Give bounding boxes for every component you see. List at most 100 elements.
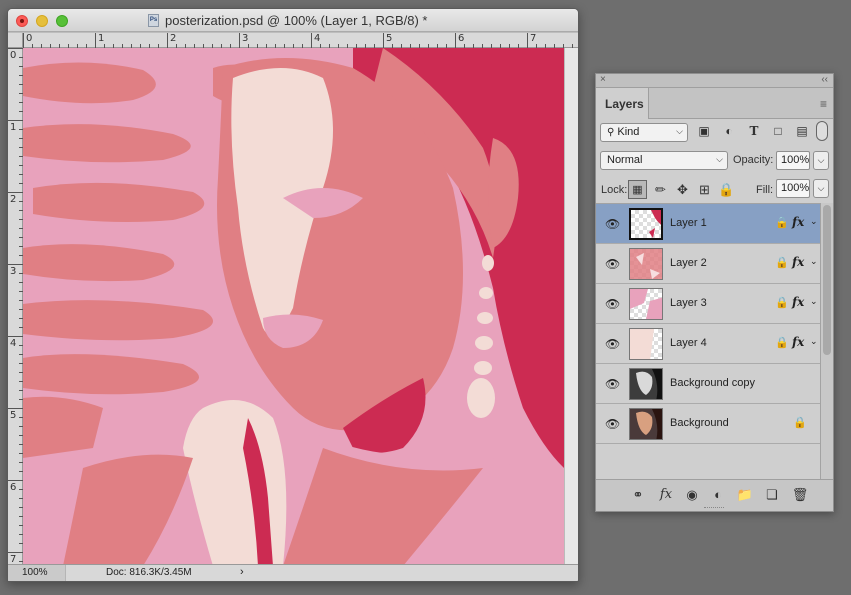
window-maximize-button[interactable] [56, 15, 68, 27]
zoom-level-field[interactable]: 100% [8, 565, 66, 581]
panel-collapse-icon[interactable]: ‹‹ [821, 74, 828, 85]
smart-object-filter-icon[interactable]: ▤ [794, 124, 810, 140]
layers-panel: × ‹‹ Layers ≡ ⚲ Kind ⌵ ▣ ◐ T □ ▤ Normal … [595, 73, 834, 512]
document-titlebar[interactable]: Ps posterization.psd @ 100% (Layer 1, RG… [8, 9, 578, 32]
tab-layers[interactable]: Layers [596, 88, 649, 119]
horizontal-ruler[interactable]: 0 1 2 3 4 5 6 7 [23, 33, 578, 48]
filter-toggle-switch[interactable] [816, 121, 828, 141]
opacity-dropdown-button[interactable]: ⌵ [813, 151, 829, 170]
layer-4-thumbnail-art [630, 329, 654, 359]
opacity-label: Opacity: [733, 154, 774, 166]
layer-list-scroll-thumb[interactable] [823, 205, 831, 355]
ruler-h-label: 3 [242, 33, 249, 44]
status-menu-arrow[interactable]: › [240, 566, 244, 578]
ruler-h-label: 0 [26, 33, 33, 44]
lock-transparent-pixels-icon[interactable]: ▦ [628, 180, 647, 199]
type-filter-icon[interactable]: T [746, 124, 762, 140]
blend-mode-value: Normal [607, 154, 643, 166]
lock-artboard-icon[interactable]: ⊞ [695, 180, 714, 199]
pixel-filter-icon[interactable]: ▣ [696, 124, 712, 140]
layer-name[interactable]: Background copy [670, 377, 755, 389]
layer-effects-icon[interactable]: fx [792, 295, 804, 309]
layer-row-layer-4[interactable]: 👁 Layer 4 🔒 fx ⌄ [596, 324, 820, 364]
ruler-v-label: 0 [10, 50, 17, 61]
visibility-eye-icon[interactable]: 👁 [605, 337, 620, 351]
shape-filter-icon[interactable]: □ [770, 124, 786, 140]
layer-thumbnail[interactable] [629, 328, 663, 360]
window-close-button[interactable] [16, 15, 28, 27]
fill-label: Fill: [756, 184, 774, 196]
trash-icon[interactable]: 🗑 [791, 487, 809, 505]
visibility-eye-icon[interactable]: 👁 [605, 417, 620, 431]
fill-dropdown-button[interactable]: ⌵ [813, 179, 829, 198]
expand-effects-chevron-icon[interactable]: ⌄ [810, 296, 818, 307]
layer-effects-icon[interactable]: fx [792, 215, 804, 229]
layer-row-layer-2[interactable]: 👁 Layer 2 🔒 fx ⌄ [596, 244, 820, 284]
visibility-eye-icon[interactable]: 👁 [605, 297, 620, 311]
vertical-scrollbar[interactable] [564, 48, 578, 566]
expand-effects-chevron-icon[interactable]: ⌄ [810, 216, 818, 227]
expand-effects-chevron-icon[interactable]: ⌄ [810, 336, 818, 347]
layer-effects-icon[interactable]: fx [792, 255, 804, 269]
lock-position-icon[interactable]: ✥ [673, 180, 692, 199]
vertical-ruler[interactable]: 0 1 2 3 4 5 6 7 [8, 48, 23, 566]
layer-effects-icon[interactable]: fx [792, 335, 804, 349]
panel-resize-grip[interactable] [704, 507, 724, 510]
document-title-group: Ps posterization.psd @ 100% (Layer 1, RG… [148, 13, 428, 28]
layer-2-thumbnail-art [630, 249, 662, 279]
layer-name[interactable]: Layer 1 [670, 217, 707, 229]
layer-thumbnail[interactable] [629, 368, 663, 400]
new-layer-icon[interactable]: ❏ [763, 487, 781, 505]
doc-size-info[interactable]: Doc: 816.3K/3.45M [106, 567, 192, 578]
expand-effects-chevron-icon[interactable]: ⌄ [810, 256, 818, 267]
layer-list-scrollbar[interactable] [820, 203, 833, 479]
panel-header-strip[interactable]: × ‹‹ [596, 74, 833, 88]
panel-menu-icon[interactable]: ≡ [820, 97, 827, 111]
layer-thumbnail[interactable] [629, 208, 663, 240]
layer-name[interactable]: Layer 2 [670, 257, 707, 269]
link-icon[interactable]: ⚭ [629, 487, 647, 505]
layer-name[interactable]: Layer 3 [670, 297, 707, 309]
layer-row-background-copy[interactable]: 👁 Background copy [596, 364, 820, 404]
layer-lock-icon[interactable]: 🔒 [793, 416, 807, 429]
ruler-v-label: 2 [10, 194, 17, 205]
opacity-input[interactable]: 100% [776, 151, 810, 170]
filter-kind-select[interactable]: ⚲ Kind ⌵ [600, 123, 688, 142]
canvas-area[interactable] [23, 48, 578, 566]
folder-icon[interactable]: 📁 [736, 487, 754, 505]
layer-name[interactable]: Background [670, 417, 729, 429]
panel-tab-bar: Layers ≡ [596, 88, 833, 119]
layer-lock-icon: 🔒 [775, 297, 789, 309]
layer-thumbnail[interactable] [629, 248, 663, 280]
visibility-eye-icon[interactable]: 👁 [605, 257, 620, 271]
layer-lock-icon: 🔒 [775, 257, 789, 269]
adjustment-filter-icon[interactable]: ◐ [721, 124, 737, 140]
layer-thumbnail[interactable] [629, 408, 663, 440]
layer-thumbnail[interactable] [629, 288, 663, 320]
panel-close-icon[interactable]: × [600, 74, 606, 85]
layer-row-layer-1[interactable]: 👁 Layer 1 🔒 fx ⌄ [596, 204, 820, 244]
layer-row-background[interactable]: 👁 Background 🔒 [596, 404, 820, 444]
lock-image-pixels-icon[interactable]: ✏ [651, 180, 670, 199]
adjustment-icon[interactable]: ◐ [709, 487, 727, 505]
layer-row-layer-3[interactable]: 👁 Layer 3 🔒 fx ⌄ [596, 284, 820, 324]
layer-name[interactable]: Layer 4 [670, 337, 707, 349]
window-minimize-button[interactable] [36, 15, 48, 27]
ruler-v-label: 1 [10, 122, 17, 133]
blend-mode-select[interactable]: Normal ⌵ [600, 151, 728, 170]
background-copy-thumbnail-art [630, 369, 662, 399]
posterized-portrait-canvas[interactable] [23, 48, 564, 566]
visibility-eye-icon[interactable]: 👁 [605, 377, 620, 391]
ruler-h-label: 4 [314, 33, 321, 44]
blend-row: Normal ⌵ Opacity: 100% ⌵ [596, 147, 833, 175]
fx-icon[interactable]: fx [657, 487, 675, 505]
document-window: Ps posterization.psd @ 100% (Layer 1, RG… [7, 8, 579, 582]
fill-input[interactable]: 100% [776, 179, 810, 198]
layer-1-thumbnail-art [649, 210, 661, 238]
layers-panel-footer: ⚭ fx ◉ ◐ 📁 ❏ 🗑 [596, 479, 833, 511]
visibility-eye-icon[interactable]: 👁 [605, 217, 620, 231]
ruler-origin[interactable] [8, 33, 23, 48]
layer-lock-icon: 🔒 [775, 217, 789, 229]
lock-all-icon[interactable]: 🔒 [717, 180, 736, 199]
mask-icon[interactable]: ◉ [683, 487, 701, 505]
